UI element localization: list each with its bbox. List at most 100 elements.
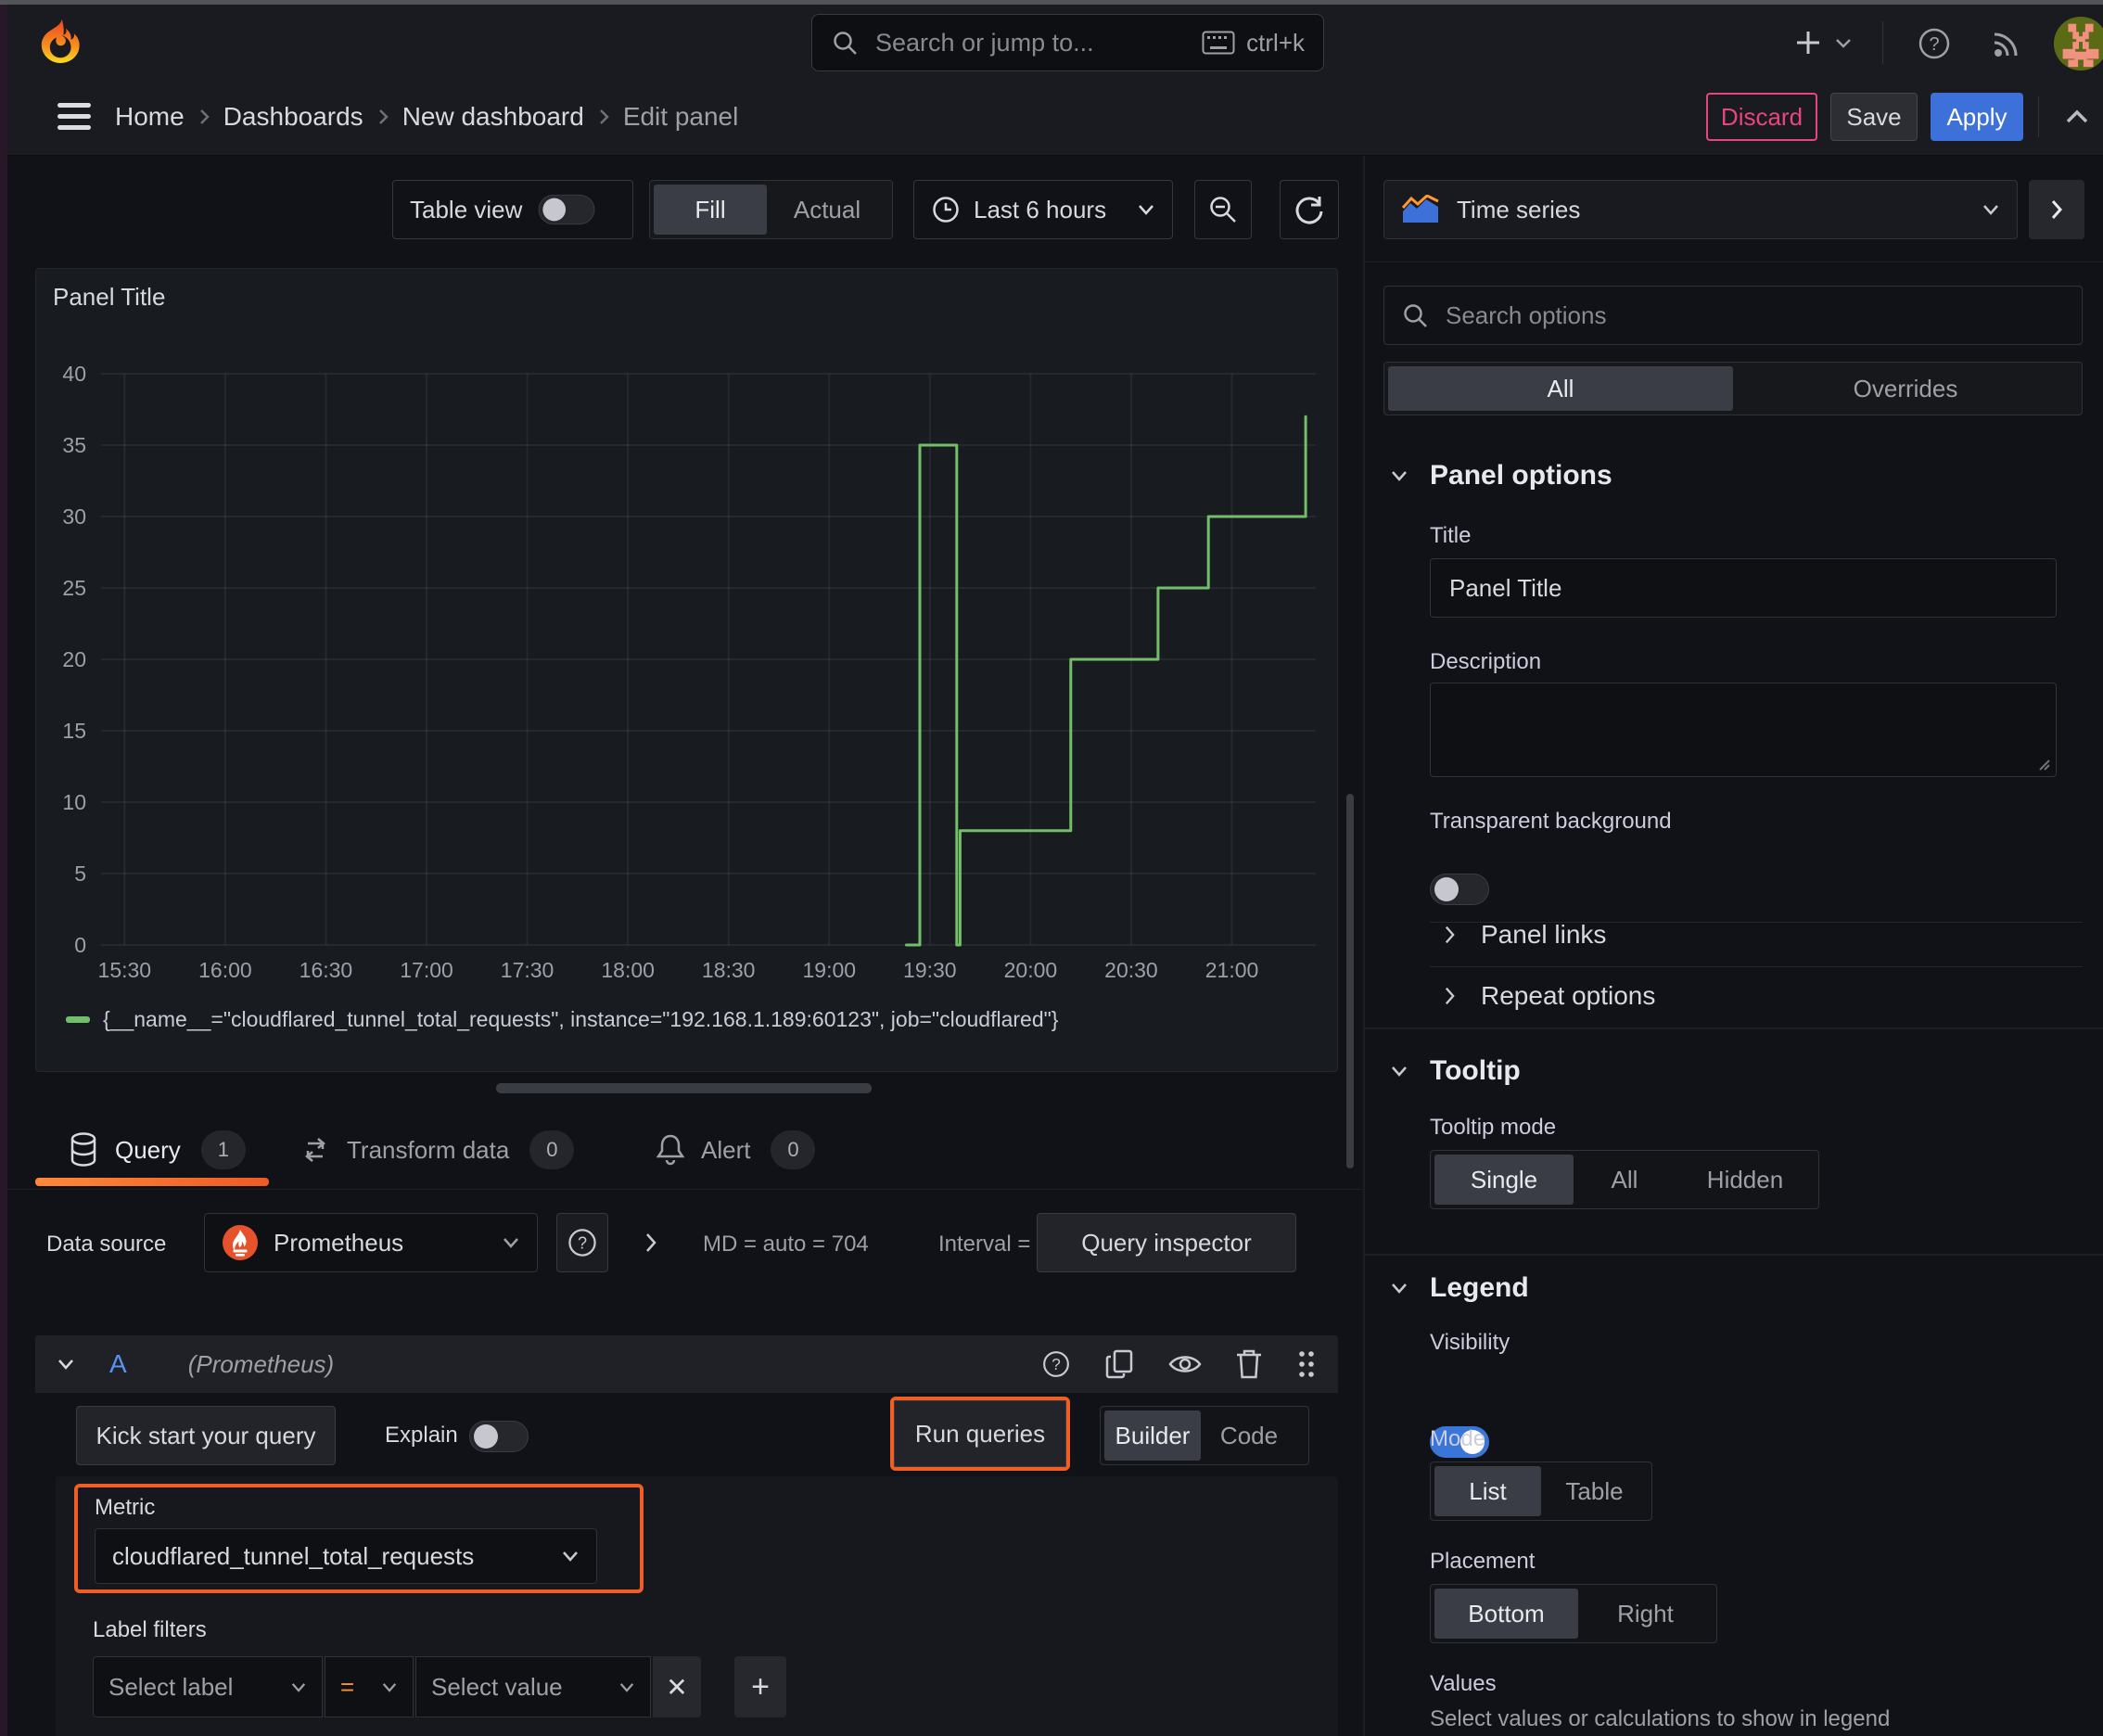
search-options-box[interactable] — [1383, 286, 2083, 345]
builder-code-switch: Builder Code — [1100, 1406, 1309, 1465]
grafana-logo-icon[interactable] — [37, 17, 85, 69]
legend-header[interactable]: Legend — [1389, 1272, 1529, 1304]
search-shortcut: ctrl+k — [1246, 28, 1305, 57]
apply-button[interactable]: Apply — [1931, 93, 2023, 141]
panel-links-section[interactable]: Panel links — [1443, 916, 1606, 953]
legend-placement-right[interactable]: Right — [1578, 1589, 1713, 1639]
query-options-md: MD = auto = 704 — [703, 1232, 869, 1257]
refresh-button[interactable] — [1280, 180, 1339, 239]
svg-text:18:30: 18:30 — [702, 958, 756, 982]
select-label-dropdown[interactable]: Select label — [93, 1656, 323, 1717]
tooltip-mode-hidden[interactable]: Hidden — [1676, 1155, 1815, 1205]
remove-filter-button[interactable]: ✕ — [653, 1656, 701, 1717]
builder-option[interactable]: Builder — [1104, 1410, 1201, 1461]
breadcrumb-new-dashboard[interactable]: New dashboard — [402, 102, 584, 132]
window-left-edge — [0, 5, 7, 1736]
plus-icon — [1797, 32, 1819, 54]
datasource-picker[interactable]: Prometheus — [204, 1213, 538, 1272]
save-button[interactable]: Save — [1830, 93, 1918, 141]
legend-mode-list[interactable]: List — [1434, 1466, 1541, 1516]
query-ref-id[interactable]: A — [109, 1349, 127, 1379]
chevron-right-icon — [1445, 925, 1455, 944]
timeseries-chart[interactable]: 0 5 10 15 20 25 30 35 40 15:30 16:00 16:30 17:00 17:3… — [36, 269, 1337, 1002]
zoom-out-button[interactable] — [1194, 180, 1252, 239]
collapse-panel-button[interactable] — [2055, 96, 2099, 137]
avatar-image — [2053, 16, 2103, 71]
database-icon — [67, 1131, 100, 1168]
breadcrumb-dashboards[interactable]: Dashboards — [223, 102, 363, 132]
global-search-box[interactable]: ctrl+k — [811, 14, 1324, 71]
chart-panel: Panel Title 0 5 10 15 20 25 30 35 40 15:30 16:00 16… — [35, 268, 1338, 1072]
toggle-options-pane-button[interactable] — [2029, 180, 2084, 239]
tooltip-mode-all[interactable]: All — [1574, 1155, 1676, 1205]
tab-query[interactable]: Query 1 — [67, 1120, 246, 1180]
legend-mode-table[interactable]: Table — [1541, 1466, 1648, 1516]
chevron-down-icon — [618, 1681, 635, 1693]
search-options-input[interactable] — [1444, 300, 2065, 331]
description-field[interactable] — [1430, 683, 2057, 777]
fill-option[interactable]: Fill — [654, 185, 767, 235]
main-scrollbar[interactable] — [1346, 794, 1354, 1168]
user-avatar[interactable] — [2051, 14, 2103, 73]
drag-handle-icon[interactable] — [1295, 1348, 1318, 1380]
breadcrumb-edit-panel: Edit panel — [622, 102, 739, 131]
zoom-out-icon — [1210, 197, 1236, 223]
panel-options-header[interactable]: Panel options — [1389, 460, 1612, 491]
metric-select[interactable]: cloudflared_tunnel_total_requests — [95, 1528, 597, 1584]
legend-series-swatch[interactable] — [66, 1016, 90, 1023]
datasource-help-button[interactable]: ? — [556, 1213, 608, 1272]
legend-placement-bottom[interactable]: Bottom — [1434, 1589, 1578, 1639]
actual-option[interactable]: Actual — [767, 185, 887, 235]
query-inspector-button[interactable]: Query inspector — [1037, 1213, 1296, 1272]
help-button[interactable]: ? — [1908, 18, 1960, 70]
table-view-control: Table view — [392, 180, 633, 239]
tooltip-mode-single[interactable]: Single — [1434, 1155, 1574, 1205]
tab-all[interactable]: All — [1388, 366, 1733, 411]
tab-transform-data[interactable]: Transform data 0 — [299, 1120, 575, 1180]
svg-text:18:00: 18:00 — [601, 958, 655, 982]
chevron-down-icon[interactable] — [56, 1357, 76, 1372]
query-row-header[interactable]: A (Prometheus) ? — [35, 1335, 1338, 1393]
new-menu-button[interactable] — [1792, 23, 1854, 62]
chevron-right-icon — [2051, 200, 2063, 219]
svg-text:20:00: 20:00 — [1004, 958, 1058, 982]
table-view-toggle[interactable] — [539, 194, 595, 225]
visualization-picker[interactable]: Time series — [1383, 180, 2018, 239]
delete-query-icon[interactable] — [1234, 1347, 1264, 1381]
time-range-picker[interactable]: Last 6 hours — [913, 180, 1173, 239]
query-help-icon[interactable]: ? — [1039, 1347, 1073, 1381]
duplicate-query-icon[interactable] — [1104, 1347, 1136, 1381]
tooltip-header[interactable]: Tooltip — [1389, 1055, 1521, 1087]
panel-title-input[interactable] — [1447, 572, 2039, 604]
panel-title-field[interactable] — [1430, 558, 2057, 618]
select-label-placeholder: Select label — [108, 1672, 234, 1701]
transparent-background-toggle[interactable] — [1430, 874, 1489, 905]
code-option[interactable]: Code — [1201, 1410, 1297, 1461]
mega-menu-button[interactable] — [48, 95, 100, 139]
hide-query-icon[interactable] — [1167, 1351, 1203, 1377]
legend-series-label[interactable]: {__name__="cloudflared_tunnel_total_requ… — [103, 1007, 1058, 1032]
kick-start-query-button[interactable]: Kick start your query — [76, 1406, 336, 1465]
add-filter-button[interactable]: + — [734, 1656, 786, 1717]
visualization-name: Time series — [1457, 195, 1581, 223]
chevron-right-icon — [1445, 987, 1455, 1005]
search-input[interactable] — [873, 27, 1193, 58]
discard-button[interactable]: Discard — [1706, 93, 1817, 141]
resize-grip-icon[interactable] — [2037, 758, 2052, 772]
breadcrumb-home[interactable]: Home — [115, 102, 185, 132]
topbar-divider — [1882, 21, 1883, 64]
repeat-options-section[interactable]: Repeat options — [1443, 977, 1655, 1015]
panel-options-title: Panel options — [1430, 460, 1612, 491]
operator-dropdown[interactable]: = — [325, 1656, 414, 1717]
description-textarea[interactable] — [1444, 693, 2043, 771]
explain-toggle[interactable] — [469, 1421, 529, 1452]
select-value-dropdown[interactable]: Select value — [415, 1656, 651, 1717]
news-button[interactable] — [1981, 18, 2033, 70]
tab-alert[interactable]: Alert 0 — [655, 1120, 816, 1180]
query-options-expander[interactable] — [634, 1224, 668, 1261]
tab-overrides[interactable]: Overrides — [1733, 366, 2078, 411]
svg-text:?: ? — [1052, 1355, 1061, 1373]
panel-resize-handle[interactable] — [496, 1083, 872, 1093]
chevron-down-icon — [1392, 1283, 1407, 1294]
run-queries-button[interactable]: Run queries — [894, 1400, 1066, 1467]
